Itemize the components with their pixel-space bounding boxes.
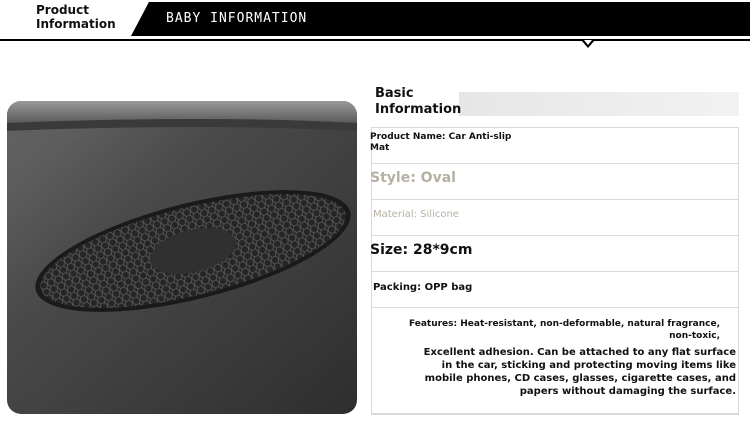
header-notch-inner [584,40,592,45]
features-value: Features: Heat-resistant, non-deformable… [408,319,720,341]
product-name-value: Product Name: Car Anti-slip Mat [370,132,512,153]
product-photo [7,101,357,414]
style-value: Style: Oval [370,170,456,186]
heading-backdrop [459,92,739,116]
heading-text: Basic Information [375,86,462,117]
basic-info-heading: Basic Information [369,86,739,117]
header-divider [0,39,750,41]
header-title: BABY INFORMATION [166,11,308,26]
material-value: Material: Silicone [373,209,459,220]
size-value: Size: 28*9cm [370,242,473,258]
adhesion-description: Excellent adhesion. Can be attached to a… [423,347,736,397]
packing-value: Packing: OPP bag [373,282,473,293]
info-table: Product Name: Car Anti-slip Mat Style: O… [370,127,739,415]
header-tab-label: Product Information [36,3,116,31]
page-header: Product Information BABY INFORMATION [0,0,750,50]
